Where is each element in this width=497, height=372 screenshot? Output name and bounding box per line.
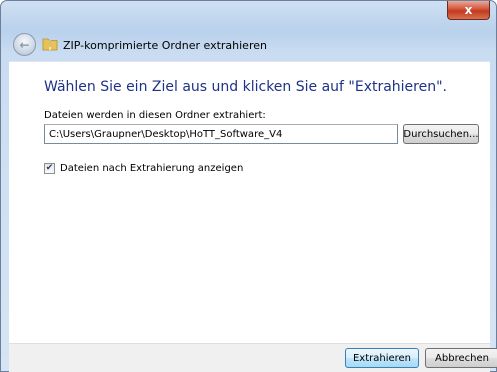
destination-path-input[interactable] bbox=[44, 124, 398, 144]
dialog-footer: Extrahieren Abbrechen bbox=[9, 343, 497, 372]
show-files-label: Dateien nach Extrahierung anzeigen bbox=[60, 163, 244, 174]
dialog-header: ← ZIP-komprimierte Ordner extrahieren bbox=[9, 30, 490, 61]
cancel-button[interactable]: Abbrechen bbox=[425, 348, 497, 368]
close-button[interactable]: x bbox=[447, 1, 490, 20]
back-button[interactable]: ← bbox=[13, 33, 36, 56]
dialog-content: Wählen Sie ein Ziel aus und klicken Sie … bbox=[9, 61, 490, 344]
back-arrow-icon: ← bbox=[19, 37, 30, 52]
dialog-title: ZIP-komprimierte Ordner extrahieren bbox=[63, 39, 267, 52]
instruction-heading: Wählen Sie ein Ziel aus und klicken Sie … bbox=[44, 79, 447, 95]
destination-label: Dateien werden in diesen Ordner extrahie… bbox=[44, 110, 266, 121]
zip-folder-icon bbox=[42, 38, 58, 51]
show-files-checkbox[interactable]: ✔ bbox=[44, 163, 55, 174]
close-icon: x bbox=[464, 3, 473, 17]
dialog-window: x ← ZIP-komprimierte Ordner extrahieren … bbox=[0, 0, 497, 372]
extract-button[interactable]: Extrahieren bbox=[345, 348, 419, 368]
show-files-option[interactable]: ✔ Dateien nach Extrahierung anzeigen bbox=[44, 163, 243, 174]
browse-button[interactable]: Durchsuchen... bbox=[403, 124, 479, 144]
